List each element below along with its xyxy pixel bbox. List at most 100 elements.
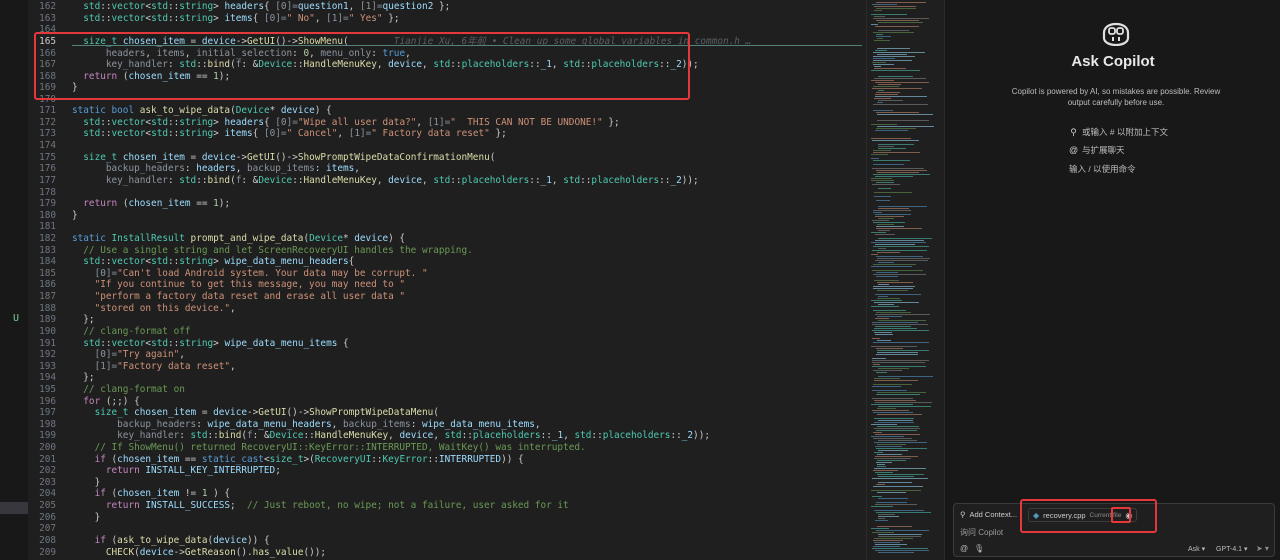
code-line[interactable]: 162 std::vector<std::string> headers{ [0… xyxy=(28,1,866,13)
code-line[interactable]: 202 return INSTALL_KEY_INTERRUPTED; xyxy=(28,465,866,477)
code-line[interactable]: 178 xyxy=(28,187,866,199)
code-line[interactable]: 199 key_handler: std::bind(f: &Device::H… xyxy=(28,430,866,442)
add-context-button[interactable]: ⚲ Add Context... xyxy=(960,510,1017,519)
minimap-line xyxy=(873,342,929,343)
line-number: 177 xyxy=(39,175,56,186)
code-line[interactable]: 209 CHECK(device->GetReason().has_value(… xyxy=(28,547,866,559)
code-token: > xyxy=(213,128,225,139)
code-line[interactable]: 201 if (chosen_item == static_cast<size_… xyxy=(28,454,866,466)
minimap-line xyxy=(871,232,886,233)
code-text: "perform a factory data reset and erase … xyxy=(72,291,405,303)
code-line[interactable]: 207 xyxy=(28,523,866,535)
code-line[interactable]: 171 static bool ask_to_wipe_data(Device* … xyxy=(28,105,866,117)
code-line[interactable]: 190 // clang-format off xyxy=(28,326,866,338)
code-token: chosen_item xyxy=(117,488,180,499)
line-number: 176 xyxy=(39,163,56,174)
code-line[interactable]: 194 }; xyxy=(28,372,866,384)
code-line[interactable]: 175 size_t chosen_item = device->GetUI()… xyxy=(28,152,866,164)
code-line[interactable]: 195 // clang-format on xyxy=(28,384,866,396)
code-line[interactable]: 188 "stored on this device.", xyxy=(28,303,866,315)
code-line[interactable]: 192 [0]="Try again", xyxy=(28,349,866,361)
code-token: :: xyxy=(540,430,552,441)
code-token: ) { xyxy=(207,488,231,499)
minimap-line xyxy=(878,516,899,517)
minimap-line xyxy=(872,362,925,363)
code-token: Device xyxy=(235,105,270,116)
line-number: 202 xyxy=(39,465,56,476)
code-token: :: xyxy=(450,175,462,186)
code-line[interactable]: 189 }; xyxy=(28,314,866,326)
code-line[interactable]: 183 // Use a single string and let Scree… xyxy=(28,245,866,257)
minimap-line xyxy=(875,402,932,403)
code-line[interactable]: 205 return INSTALL_SUCCESS; // Just rebo… xyxy=(28,500,866,512)
send-icon[interactable]: ➤ ▾ xyxy=(1256,544,1269,553)
minimap-line xyxy=(872,398,913,399)
code-token: > xyxy=(213,1,225,12)
chat-input-field[interactable]: 询问 Copilot xyxy=(960,527,1003,538)
minimap-line xyxy=(877,414,922,415)
code-line[interactable]: 186 "If you continue to get this message… xyxy=(28,279,866,291)
code-line[interactable]: 163 std::vector<std::string> items{ [0]=… xyxy=(28,13,866,25)
code-token: == xyxy=(179,454,202,465)
code-line[interactable]: 174 xyxy=(28,140,866,152)
code-token: , xyxy=(422,175,434,186)
minimap-line xyxy=(873,370,902,371)
code-line[interactable]: 181 xyxy=(28,221,866,233)
code-token: static xyxy=(72,105,112,116)
code-token: backup_items xyxy=(247,163,315,174)
minimap-line xyxy=(875,314,930,315)
minimap-line xyxy=(873,274,926,275)
code-line[interactable]: 173 std::vector<std::string> items{ [0]=… xyxy=(28,128,866,140)
code-token: :: xyxy=(100,256,112,267)
code-text: "If you continue to get this message, yo… xyxy=(72,279,405,291)
code-token: , xyxy=(331,419,343,430)
code-token: wipe_data_menu_headers xyxy=(207,419,332,430)
line-number: 175 xyxy=(39,152,56,163)
code-token: HandleMenuKey xyxy=(303,175,377,186)
minimap-line xyxy=(873,222,905,223)
code-token: size_t xyxy=(72,407,135,418)
code-line[interactable]: 204 if (chosen_item != 1 ) { xyxy=(28,488,866,500)
activity-strip: U xyxy=(0,0,28,560)
code-line[interactable]: 184 std::vector<std::string> wipe_data_m… xyxy=(28,256,866,268)
code-line[interactable]: 177 key_handler: std::bind(f: &Device::H… xyxy=(28,175,866,187)
minimap-line xyxy=(876,502,907,503)
at-mention-icon[interactable]: @ xyxy=(960,544,968,553)
mode-picker[interactable]: Ask ▾ xyxy=(1188,545,1205,553)
code-line[interactable]: 187 "perform a factory data reset and er… xyxy=(28,291,866,303)
code-line[interactable]: 180} xyxy=(28,210,866,222)
code-line[interactable]: 193 [1]="Factory data reset", xyxy=(28,361,866,373)
code-line[interactable]: 185 [0]="Can't load Android system. Your… xyxy=(28,268,866,280)
model-picker[interactable]: GPT-4.1 ▾ xyxy=(1216,545,1248,553)
minimap[interactable] xyxy=(866,0,944,560)
code-token: (;;) { xyxy=(105,396,140,407)
code-line[interactable]: 203 } xyxy=(28,477,866,489)
code-line[interactable]: 196 for (;;) { xyxy=(28,396,866,408)
code-token: std xyxy=(151,128,168,139)
minimap-line xyxy=(876,276,898,277)
minimap-line xyxy=(871,254,878,255)
minimap-line xyxy=(874,510,924,511)
code-line[interactable]: 179 return (chosen_item == 1); xyxy=(28,198,866,210)
minimap-line xyxy=(873,470,898,471)
minimap-line xyxy=(872,168,924,169)
code-line[interactable]: 197 size_t chosen_item = device->GetUI()… xyxy=(28,407,866,419)
code-token: _2 xyxy=(670,175,682,186)
code-line[interactable]: 198 backup_headers: wipe_data_menu_heade… xyxy=(28,419,866,431)
code-line[interactable]: 176 backup_headers: headers, backup_item… xyxy=(28,163,866,175)
minimap-line xyxy=(878,230,890,231)
explorer-selected-row[interactable] xyxy=(0,502,28,514)
code-line[interactable]: 182 static InstallResult prompt_and_wipe_… xyxy=(28,233,866,245)
code-token: std xyxy=(72,117,101,128)
code-line[interactable]: 200 // If ShowMenu() returned RecoveryUI… xyxy=(28,442,866,454)
code-line[interactable]: 208 if (ask_to_wipe_data(device)) { xyxy=(28,535,866,547)
code-text: key_handler: std::bind(f: &Device::Handl… xyxy=(72,175,699,187)
code-line[interactable]: 172 std::vector<std::string> headers{ [0… xyxy=(28,117,866,129)
code-token: , xyxy=(354,163,360,174)
code-token: :: xyxy=(580,175,592,186)
microphone-icon[interactable]: 🎙︎ xyxy=(974,544,984,553)
code-token: }; xyxy=(72,314,95,325)
code-line[interactable]: 206 } xyxy=(28,512,866,524)
code-line[interactable]: 191 std::vector<std::string> wipe_data_m… xyxy=(28,338,866,350)
code-token: } xyxy=(72,210,78,221)
